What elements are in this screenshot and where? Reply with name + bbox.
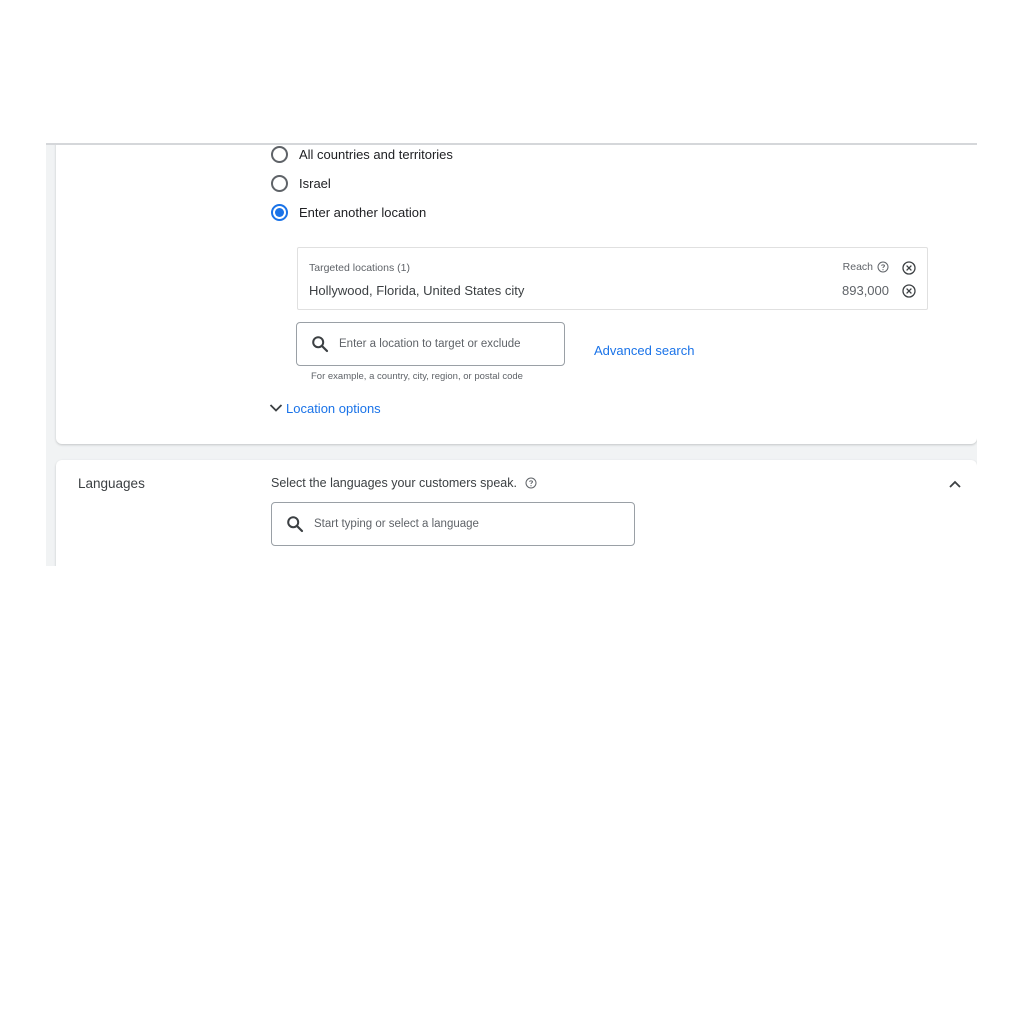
targeted-locations-header: Targeted locations (1) [309, 262, 410, 274]
radio-button-unchecked[interactable] [271, 174, 288, 192]
radio-button-checked[interactable] [271, 203, 288, 221]
search-icon [312, 336, 329, 353]
campaign-settings-viewport: All countries and territories Israel Ent… [46, 143, 977, 566]
radio-all-countries[interactable]: All countries and territories [271, 145, 453, 165]
radio-enter-another-location[interactable]: Enter another location [271, 201, 426, 223]
language-search-placeholder: Start typing or select a language [314, 518, 479, 530]
radio-label: Israel [299, 175, 331, 191]
targeted-location-name: Hollywood, Florida, United States city [309, 283, 525, 298]
help-icon[interactable] [525, 477, 537, 489]
location-search-placeholder: Enter a location to target or exclude [339, 338, 521, 350]
advanced-search-link[interactable]: Advanced search [594, 343, 694, 358]
chevron-down-icon [269, 404, 283, 412]
remove-location-icon[interactable] [902, 284, 916, 298]
radio-israel[interactable]: Israel [271, 172, 331, 194]
help-icon[interactable] [877, 261, 889, 273]
search-icon [287, 516, 304, 533]
location-search-input[interactable]: Enter a location to target or exclude [296, 322, 565, 366]
reach-header: Reach [843, 261, 889, 273]
radio-label: All countries and territories [299, 146, 453, 162]
languages-section-title: Languages [78, 476, 145, 491]
targeted-locations-box: Targeted locations (1) Reach Hollywood, … [297, 247, 928, 310]
chevron-up-icon[interactable] [945, 474, 965, 494]
languages-card: Languages Select the languages your cust… [56, 460, 977, 566]
location-options-label: Location options [286, 400, 381, 416]
radio-button-unchecked[interactable] [271, 145, 288, 163]
location-options-toggle[interactable]: Location options [268, 400, 381, 416]
locations-card: All countries and territories Israel Ent… [56, 145, 977, 444]
languages-description: Select the languages your customers spea… [271, 476, 537, 490]
language-search-input[interactable]: Start typing or select a language [271, 502, 635, 546]
location-search-helper-text: For example, a country, city, region, or… [311, 371, 523, 382]
reach-label: Reach [842, 261, 873, 273]
radio-label: Enter another location [299, 204, 427, 220]
targeted-location-reach: 893,000 [842, 283, 889, 298]
remove-all-icon[interactable] [902, 261, 916, 275]
languages-description-text: Select the languages your customers spea… [271, 476, 517, 490]
